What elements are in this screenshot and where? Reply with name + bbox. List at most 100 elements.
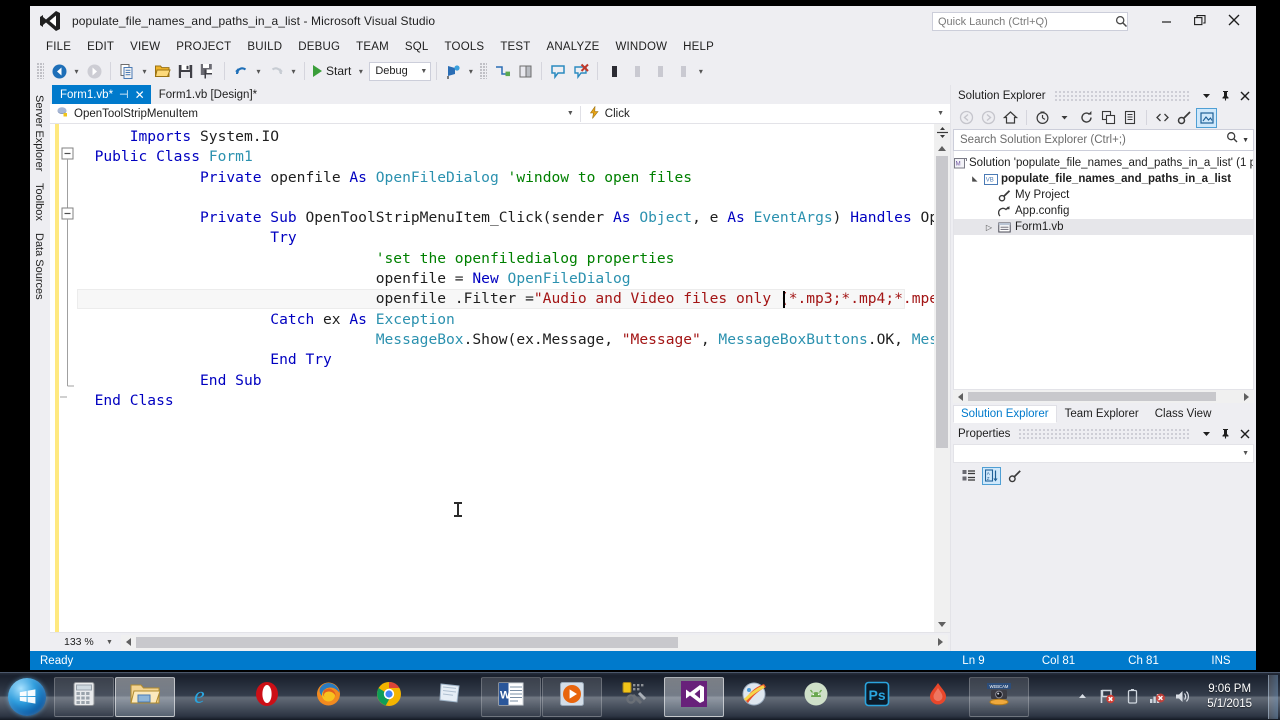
taskbar-item[interactable] [542,676,602,717]
collapse-all-icon[interactable] [1098,108,1119,128]
chevron-down-icon[interactable]: ◢ [971,172,979,186]
uncomment-icon[interactable] [570,60,592,82]
solution-configuration-combo[interactable]: Debug ▼ [369,61,432,81]
taskbar-item[interactable] [298,677,358,717]
attach-process-icon[interactable] [442,60,464,82]
solution-explorer-search[interactable]: Search Solution Explorer (Ctrl+;) ▼ [953,129,1254,151]
editor-vertical-scrollbar[interactable] [934,124,950,632]
navbar-event-dropdown[interactable]: Click ▼ [581,104,950,122]
horizontal-scroll-thumb[interactable] [968,392,1216,401]
toolbar-grip[interactable] [480,63,488,79]
left-dock-tab-data-sources[interactable]: Data Sources [30,227,48,306]
tree-item[interactable]: My Project [954,187,1253,203]
chevron-down-icon[interactable]: ▼ [937,110,944,117]
alphabetical-icon[interactable]: A Z [982,467,1001,485]
search-icon[interactable] [1226,131,1239,149]
left-dock-tab-server-explorer[interactable]: Server Explorer [30,89,48,177]
scroll-down-button[interactable] [934,617,950,632]
forward-icon[interactable] [978,108,999,128]
close-icon[interactable] [1237,88,1252,104]
preview-selected-items-icon[interactable] [1196,107,1217,128]
properties-object-combo[interactable]: ▼ [953,444,1254,463]
comment-icon[interactable] [547,60,569,82]
taskbar-item[interactable] [54,676,114,717]
panel-menu-icon[interactable] [1199,88,1214,104]
properties-icon[interactable] [1174,108,1195,128]
menu-item-window[interactable]: WINDOW [607,39,675,55]
scroll-right-button[interactable] [1239,392,1254,401]
chevron-down-icon[interactable]: ▼ [567,110,574,117]
taskbar-item[interactable] [664,676,724,717]
solution-tree-horizontal-scrollbar[interactable] [953,390,1254,403]
tree-item[interactable]: ◢ VB populate_file_names_and_paths_in_a_li… [954,171,1253,187]
menu-item-test[interactable]: TEST [492,39,538,55]
scroll-track[interactable] [934,156,950,617]
new-project-dropdown-icon[interactable]: ▾ [139,60,150,82]
scroll-left-button[interactable] [953,392,968,401]
taskbar-item[interactable] [603,677,663,717]
left-dock-tab-toolbox[interactable]: Toolbox [30,177,48,227]
pin-icon[interactable] [1218,426,1233,442]
navigate-back-dropdown-icon[interactable]: ▾ [71,60,82,82]
pin-icon[interactable]: ⊣ [119,88,129,101]
taskbar-item[interactable]: e [176,677,236,717]
taskbar-item[interactable] [420,677,480,717]
taskbar-clock[interactable]: 9:06 PM 5/1/2015 [1199,682,1260,712]
toolbar-overflow-icon[interactable]: ▾ [695,60,706,82]
quick-launch-box[interactable]: Quick Launch (Ctrl+Q) [932,12,1128,31]
clear-bookmarks-icon[interactable] [672,60,694,82]
zoom-dropdown-icon[interactable]: ▼ [102,639,121,646]
horizontal-scroll-track[interactable] [968,390,1239,403]
taskbar-item[interactable] [725,677,785,717]
previous-bookmark-icon[interactable] [649,60,671,82]
menu-item-help[interactable]: HELP [675,39,722,55]
show-all-files-icon[interactable] [1120,108,1141,128]
menu-item-view[interactable]: VIEW [122,39,168,55]
minimize-button[interactable] [1150,8,1182,32]
tree-item[interactable]: ▷ Form1.vb [954,219,1253,235]
redo-icon[interactable] [265,60,287,82]
properties-grid[interactable] [951,489,1256,651]
scroll-right-button[interactable] [933,638,948,646]
start-dropdown-icon[interactable]: ▾ [355,60,366,82]
redo-dropdown-icon[interactable]: ▾ [288,60,299,82]
taskbar-item[interactable] [908,677,968,717]
property-pages-icon[interactable] [1005,467,1024,485]
outdent-icon[interactable] [514,60,536,82]
scroll-left-button[interactable] [121,638,136,646]
open-file-icon[interactable] [151,60,173,82]
taskbar-item[interactable]: Ps [847,677,907,717]
navbar-member-dropdown[interactable]: OpenToolStripMenuItem ▼ [50,106,580,122]
indent-icon[interactable] [491,60,513,82]
zoom-level[interactable]: 133 % [50,636,102,648]
home-icon[interactable] [1000,108,1021,128]
horizontal-scroll-thumb[interactable] [135,636,678,648]
taskbar-item[interactable] [786,677,846,717]
pending-changes-dropdown-icon[interactable] [1054,108,1075,128]
dock-tab[interactable]: Team Explorer [1057,405,1147,423]
panel-drag-dots[interactable] [1054,90,1190,101]
code-surface[interactable]: Imports System.IO Public Class Form1 Pri… [77,124,934,632]
panel-menu-icon[interactable] [1199,426,1214,442]
taskbar-item[interactable]: W [481,676,541,717]
save-icon[interactable] [174,60,196,82]
document-tab[interactable]: Form1.vb [Design]* [151,85,263,104]
attach-process-dropdown-icon[interactable]: ▾ [465,60,476,82]
menu-item-project[interactable]: PROJECT [168,39,239,55]
categorized-icon[interactable] [959,467,978,485]
show-hidden-icons-arrow-icon[interactable] [1074,687,1091,707]
taskbar-item[interactable] [115,676,175,717]
close-icon[interactable]: ✕ [135,89,145,101]
refresh-icon[interactable] [1076,108,1097,128]
search-dropdown-icon[interactable]: ▼ [1239,137,1249,144]
taskbar-item[interactable] [359,677,419,717]
split-view-handle[interactable] [934,124,950,141]
taskbar-item[interactable] [237,677,297,717]
next-bookmark-icon[interactable] [626,60,648,82]
navigate-back-icon[interactable] [48,60,70,82]
menu-item-build[interactable]: BUILD [239,39,290,55]
taskbar-item[interactable]: WEBCAM [969,676,1029,717]
start-button[interactable] [4,675,50,719]
document-tab[interactable]: Form1.vb* ⊣ ✕ [52,85,151,104]
menu-item-analyze[interactable]: ANALYZE [539,39,608,55]
